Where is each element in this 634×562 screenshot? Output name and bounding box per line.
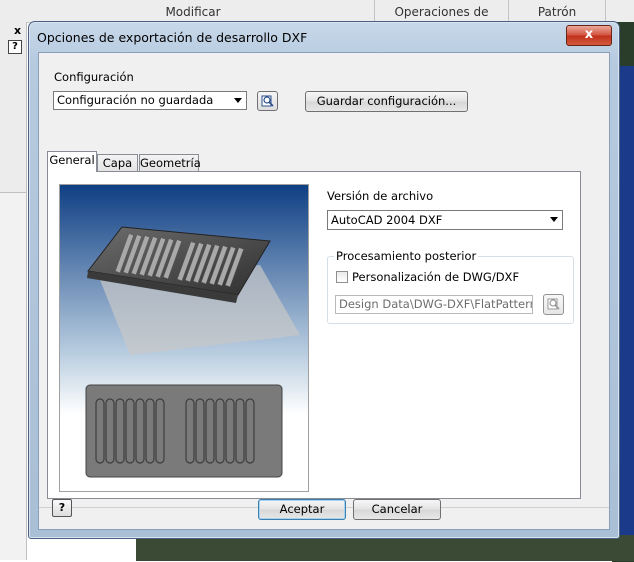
browse-config-button[interactable]: [257, 91, 278, 111]
config-value: Configuración no guardada: [57, 93, 214, 107]
dropdown-arrow-icon: [234, 98, 242, 103]
postprocess-group-title: Procesamiento posterior: [334, 249, 479, 263]
panel-close-icon[interactable]: x: [14, 24, 21, 37]
general-tab-panel: Versión de archivo AutoCAD 2004 DXF Proc…: [47, 171, 581, 499]
flat-pattern-preview: [59, 184, 309, 492]
browse-icon: [547, 298, 560, 310]
help-icon: ?: [58, 501, 66, 514]
postprocess-group: Procesamiento posterior Personalización …: [327, 249, 574, 324]
close-icon: x: [584, 27, 594, 42]
save-config-button[interactable]: Guardar configuración...: [305, 91, 468, 112]
config-select[interactable]: Configuración no guardada: [53, 91, 247, 110]
dialog-title: Opciones de exportación de desarrollo DX…: [37, 30, 308, 45]
file-version-label: Versión de archivo: [327, 189, 434, 203]
tab-geometria[interactable]: Geometría: [139, 154, 201, 172]
file-version-select[interactable]: AutoCAD 2004 DXF: [327, 210, 563, 230]
tab-capa[interactable]: Capa: [97, 154, 138, 172]
browse-path-button[interactable]: [543, 294, 564, 315]
customize-checkbox[interactable]: [336, 271, 348, 283]
ok-button[interactable]: Aceptar: [258, 499, 346, 520]
header-patron[interactable]: Patrón: [509, 0, 606, 22]
dxf-export-dialog: Opciones de exportación de desarrollo DX…: [28, 21, 620, 539]
dropdown-arrow-icon: [550, 217, 558, 222]
file-version-value: AutoCAD 2004 DXF: [331, 213, 443, 227]
config-label: Configuración: [54, 70, 134, 84]
cancel-button[interactable]: Cancelar: [353, 499, 441, 520]
customize-checkbox-label[interactable]: Personalización de DWG/DXF: [352, 270, 519, 284]
app-header: Modificar Operaciones de trabajo Patrón: [0, 0, 634, 43]
browse-icon: [261, 95, 274, 107]
help-button[interactable]: ?: [52, 499, 72, 517]
customize-path-field: Design Data\DWG-DXF\FlatPattern.xml: [335, 295, 533, 314]
dialog-client-area: Configuración Configuración no guardada …: [38, 52, 610, 530]
panel-help-icon[interactable]: ?: [8, 40, 22, 54]
header-modificar[interactable]: Modificar: [12, 0, 375, 22]
header-operaciones[interactable]: Operaciones de trabajo: [375, 0, 509, 43]
close-button[interactable]: x: [566, 25, 612, 46]
preview-image: [60, 185, 308, 491]
tab-general[interactable]: General: [47, 151, 97, 172]
